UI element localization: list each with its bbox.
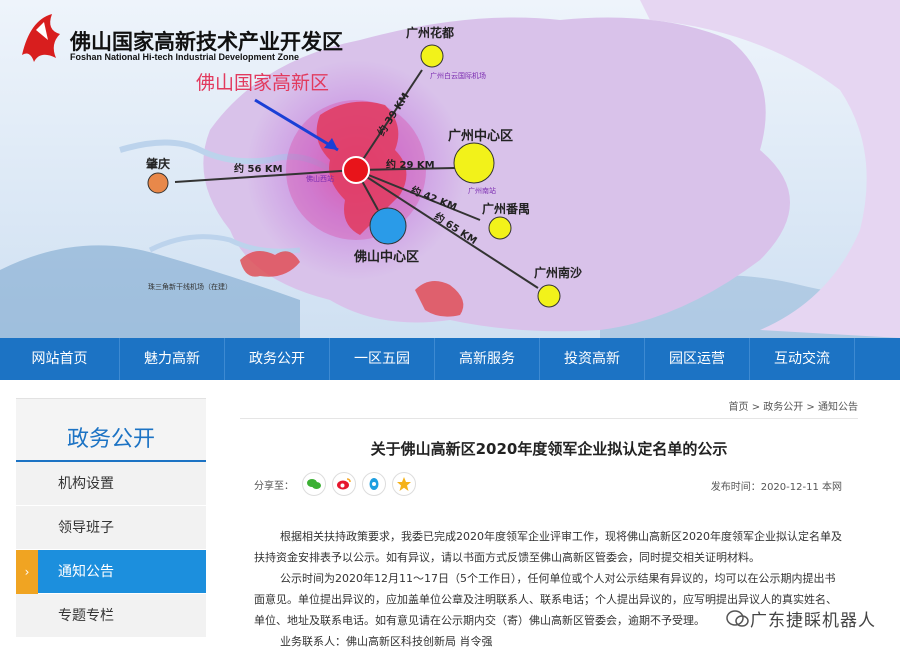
- nav-item-operation[interactable]: 园区运营: [645, 338, 750, 380]
- watermark: 广东捷睬机器人: [726, 606, 876, 631]
- wechat-share-button[interactable]: [302, 472, 326, 496]
- sidebar: 政务公开 机构设置 领导班子 › 通知公告 专题专栏: [16, 398, 206, 657]
- label-gz-center: 广州中心区: [448, 129, 514, 144]
- paragraph: 业务联系人：佛山高新区科技创新局 肖令强: [280, 635, 493, 648]
- wechat-official-icon: [726, 609, 749, 627]
- label-foshan-center: 佛山中心区: [354, 250, 420, 265]
- banner-map: 佛山国家高新技术产业开发区 Foshan National Hi-tech In…: [0, 0, 900, 338]
- sidebar-item-label: 通知公告: [58, 564, 114, 580]
- nav-item-home[interactable]: 网站首页: [0, 338, 120, 380]
- article-body: 根据相关扶持政策要求，我委已完成2020年度领军企业评审工作，现将佛山高新区20…: [254, 526, 846, 652]
- sidebar-item-special[interactable]: 专题专栏: [16, 594, 206, 638]
- weibo-icon: [337, 478, 351, 490]
- watermark-text: 广东捷睬机器人: [750, 611, 876, 631]
- org-name-en: Foshan National Hi-tech Industrial Devel…: [70, 52, 300, 62]
- sidebar-title: 政务公开: [16, 398, 206, 462]
- nav-item-interaction[interactable]: 互动交流: [750, 338, 855, 380]
- chevron-right-icon: ›: [16, 550, 38, 594]
- label-airport: 广州白云国际机场: [430, 72, 486, 80]
- label-zhaoqing: 肇庆: [146, 157, 171, 171]
- nav-item-services[interactable]: 高新服务: [435, 338, 540, 380]
- qzone-share-button[interactable]: [392, 472, 416, 496]
- sidebar-item-notices[interactable]: › 通知公告: [16, 550, 206, 594]
- qq-share-button[interactable]: [362, 472, 386, 496]
- label-huadu: 广州花都: [406, 26, 455, 40]
- breadcrumb[interactable]: 首页 > 政务公开 > 通知公告: [729, 398, 858, 413]
- main-nav: 网站首页 魅力高新 政务公开 一区五园 高新服务 投资高新 园区运营 互动交流: [0, 338, 900, 380]
- sidebar-item-organization[interactable]: 机构设置: [16, 462, 206, 506]
- paragraph: 根据相关扶持政策要求，我委已完成2020年度领军企业评审工作，现将佛山高新区20…: [254, 530, 842, 564]
- nav-item-invest[interactable]: 投资高新: [540, 338, 645, 380]
- share-row: 分享至：: [254, 472, 422, 496]
- share-label: 分享至：: [254, 480, 294, 492]
- nav-item-charm[interactable]: 魅力高新: [120, 338, 225, 380]
- map-callout: 佛山国家高新区: [196, 72, 330, 94]
- label-foshan-west: 佛山西站: [306, 175, 334, 183]
- label-nansha: 广州南沙: [534, 266, 583, 280]
- nav-item-gov-affairs[interactable]: 政务公开: [225, 338, 330, 380]
- qq-icon: [369, 478, 379, 490]
- distance-gz-center: 约 29 KM: [386, 160, 435, 171]
- distance-zhaoqing: 约 56 KM: [234, 164, 283, 175]
- wechat-icon: [307, 479, 321, 489]
- star-icon: [397, 477, 411, 491]
- weibo-share-button[interactable]: [332, 472, 356, 496]
- sidebar-item-leadership[interactable]: 领导班子: [16, 506, 206, 550]
- publish-info: 发布时间：2020-12-11 本网: [710, 482, 842, 493]
- label-gz-south-station: 广州南站: [468, 187, 496, 195]
- article-title: 关于佛山高新区2020年度领军企业拟认定名单的公示: [370, 440, 728, 458]
- label-zhusanjiao-airport: 珠三角新干线机场（在建）: [148, 283, 232, 291]
- label-panyu: 广州番禺: [482, 202, 531, 216]
- divider: [240, 418, 858, 419]
- nav-item-parks[interactable]: 一区五园: [330, 338, 435, 380]
